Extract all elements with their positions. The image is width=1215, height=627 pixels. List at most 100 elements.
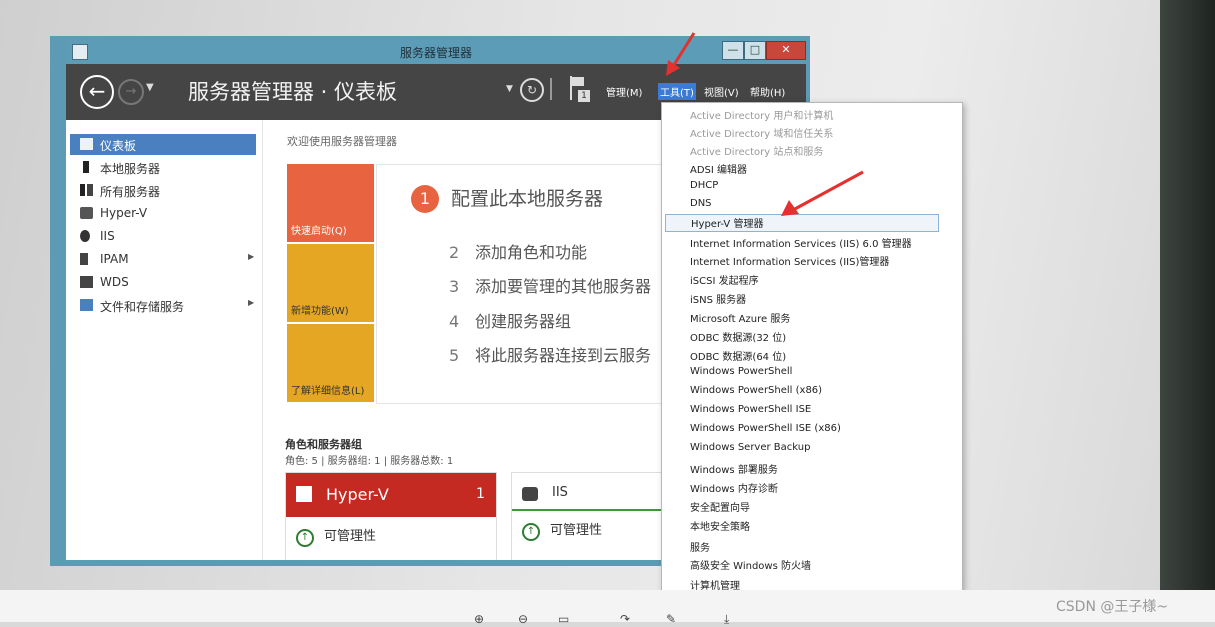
wds-icon: [80, 276, 93, 288]
sidebar-item-label: WDS: [100, 275, 129, 289]
sidebar-item-iis[interactable]: IIS: [70, 226, 256, 247]
card-header: Hyper-V 1: [286, 473, 496, 517]
menu-item-deployment[interactable]: Windows 部署服务: [690, 461, 778, 479]
sidebar-item-hyperv[interactable]: Hyper-V: [70, 203, 256, 224]
hyperv-icon: [80, 207, 93, 219]
menu-item-ad-domains[interactable]: Active Directory 域和信任关系: [690, 125, 833, 143]
history-dropdown-icon[interactable]: ▼: [146, 82, 154, 93]
server-icon: [83, 161, 89, 173]
sidebar-item-all-servers[interactable]: 所有服务器: [70, 180, 256, 201]
refresh-icon[interactable]: ↻: [520, 78, 544, 102]
sidebar-item-label: Hyper-V: [100, 206, 148, 220]
divider: [550, 78, 552, 100]
edit-icon[interactable]: ✎: [666, 612, 676, 626]
sidebar-item-local-server[interactable]: 本地服务器: [70, 157, 256, 178]
sidebar-item-file-storage[interactable]: 文件和存储服务 ▶: [70, 295, 256, 316]
refresh-dropdown-icon[interactable]: ▼: [506, 84, 513, 94]
bottom-toolbar: ⊕ ⊖ ▭ ↷ ✎ ⤓: [0, 590, 1215, 626]
menu-item-firewall[interactable]: 高级安全 Windows 防火墙: [690, 557, 811, 575]
step-number: 4: [449, 312, 460, 331]
dashboard-grid-icon: [80, 138, 93, 150]
step-connect-cloud[interactable]: 5 将此服务器连接到云服务: [449, 342, 651, 366]
zoom-in-icon[interactable]: ⊕: [474, 612, 484, 626]
breadcrumb: 服务器管理器 · 仪表板: [188, 80, 398, 104]
card-title: IIS: [552, 485, 568, 500]
sidebar-item-label: 本地服务器: [100, 162, 161, 176]
step-add-roles[interactable]: 2 添加角色和功能: [449, 239, 587, 263]
step-create-group[interactable]: 4 创建服务器组: [449, 308, 571, 332]
roles-title: 角色和服务器组: [285, 438, 362, 451]
maximize-button[interactable]: □: [744, 41, 766, 60]
notifications-flag-icon[interactable]: 1: [570, 76, 590, 102]
step-number: 5: [449, 346, 460, 365]
menu-item-iis6[interactable]: Internet Information Services (IIS) 6.0 …: [690, 235, 912, 253]
red-arrow-hyperv-annotation: [781, 170, 864, 216]
sidebar-item-wds[interactable]: WDS: [70, 272, 256, 293]
fit-icon[interactable]: ▭: [558, 612, 569, 626]
step-add-servers[interactable]: 3 添加要管理的其他服务器: [449, 273, 651, 297]
back-arrow-icon[interactable]: ←: [80, 75, 114, 109]
manageability-row[interactable]: ↑ 可管理性: [296, 525, 376, 547]
menu-item-powershell-ise-x86[interactable]: Windows PowerShell ISE (x86): [690, 423, 841, 441]
menu-item-dhcp[interactable]: DHCP: [690, 180, 718, 198]
sidebar-item-ipam[interactable]: IPAM ▶: [70, 249, 256, 270]
menu-item-security-wizard[interactable]: 安全配置向导: [690, 499, 750, 517]
menu-manage[interactable]: 管理(M): [606, 84, 642, 99]
menu-item-services[interactable]: 服务: [690, 539, 710, 557]
menu-item-odbc64[interactable]: ODBC 数据源(64 位): [690, 348, 786, 366]
download-icon[interactable]: ⤓: [724, 612, 729, 627]
iis-icon: [80, 230, 90, 242]
sidebar-item-label: 所有服务器: [100, 185, 161, 199]
hyperv-role-card[interactable]: Hyper-V 1 ↑ 可管理性: [285, 472, 497, 560]
step-number-badge: 1: [411, 185, 439, 213]
sidebar-item-label: IIS: [100, 229, 115, 243]
tile-quick-start[interactable]: 快速启动(Q): [287, 164, 374, 242]
menu-item-local-policy[interactable]: 本地安全策略: [690, 518, 750, 536]
menu-item-azure[interactable]: Microsoft Azure 服务: [690, 310, 790, 328]
chevron-right-icon: ▶: [248, 298, 255, 307]
sidebar-item-label: 仪表板: [100, 139, 137, 153]
tile-whats-new[interactable]: 新增功能(W): [287, 244, 374, 322]
menu-item-isns[interactable]: iSNS 服务器: [690, 291, 746, 309]
menu-item-server-backup[interactable]: Windows Server Backup: [690, 442, 810, 460]
menu-view[interactable]: 视图(V): [704, 84, 739, 99]
menu-help[interactable]: 帮助(H): [750, 84, 785, 99]
menu-item-powershell[interactable]: Windows PowerShell: [690, 366, 792, 384]
forward-arrow-icon[interactable]: →: [118, 79, 144, 105]
menu-item-adsi[interactable]: ADSI 编辑器: [690, 161, 747, 179]
watermark: CSDN @王子様~: [1056, 599, 1169, 615]
menu-item-powershell-x86[interactable]: Windows PowerShell (x86): [690, 385, 822, 403]
menu-item-powershell-ise[interactable]: Windows PowerShell ISE: [690, 404, 811, 422]
menu-item-memory-diag[interactable]: Windows 内存诊断: [690, 480, 778, 498]
minimize-button[interactable]: —: [722, 41, 744, 60]
zoom-out-icon[interactable]: ⊖: [518, 612, 528, 626]
close-button[interactable]: ✕: [766, 41, 806, 60]
step-text: 创建服务器组: [475, 312, 572, 331]
manageability-label: 可管理性: [550, 523, 603, 538]
step-text: 添加要管理的其他服务器: [475, 277, 652, 296]
welcome-heading: 欢迎使用服务器管理器: [287, 135, 397, 148]
roles-summary: 角色: 5 | 服务器组: 1 | 服务器总数: 1: [285, 456, 454, 467]
menu-item-iscsi[interactable]: iSCSI 发起程序: [690, 272, 759, 290]
menu-item-ad-users[interactable]: Active Directory 用户和计算机: [690, 107, 833, 125]
menu-item-odbc32[interactable]: ODBC 数据源(32 位): [690, 329, 786, 347]
step-configure-local-server[interactable]: 配置此本地服务器: [451, 184, 603, 211]
servers-icon: [80, 184, 93, 196]
up-arrow-status-icon: ↑: [296, 529, 314, 547]
tile-learn-more[interactable]: 了解详细信息(L): [287, 324, 374, 402]
tile-label: 快速启动(Q): [291, 226, 347, 237]
chevron-right-icon: ▶: [248, 252, 255, 261]
file-storage-icon: [80, 299, 93, 311]
rotate-icon[interactable]: ↷: [620, 612, 630, 626]
dark-edge: [1160, 0, 1215, 590]
step-text: 添加角色和功能: [475, 243, 588, 262]
menu-item-ad-sites[interactable]: Active Directory 站点和服务: [690, 143, 823, 161]
sidebar-item-dashboard[interactable]: 仪表板: [70, 134, 256, 155]
up-arrow-status-icon: ↑: [522, 523, 540, 541]
menu-tools[interactable]: 工具(T): [658, 83, 696, 100]
menu-item-iis[interactable]: Internet Information Services (IIS)管理器: [690, 253, 889, 271]
hyperv-icon: [296, 486, 312, 502]
manageability-row[interactable]: ↑ 可管理性: [522, 519, 602, 541]
tile-label: 了解详细信息(L): [291, 386, 365, 397]
sidebar-item-label: IPAM: [100, 252, 129, 266]
